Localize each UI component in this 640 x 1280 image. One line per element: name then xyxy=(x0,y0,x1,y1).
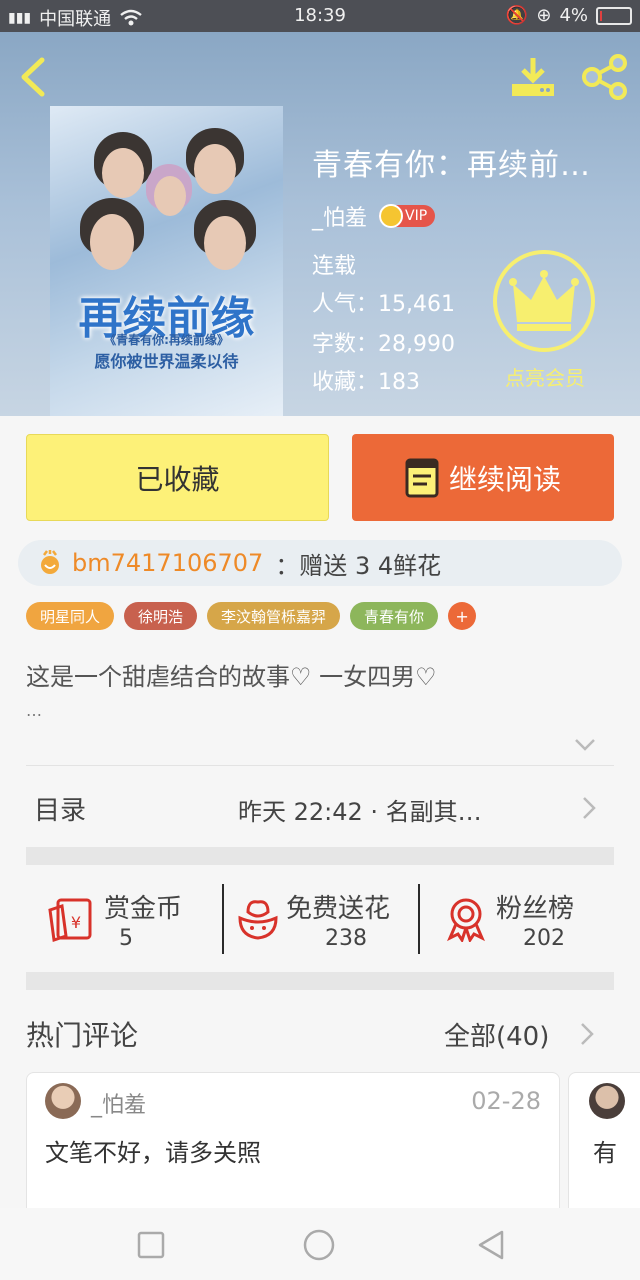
lock-rotation-icon: ⊕ xyxy=(536,5,552,26)
favorites-count: 收藏：183 xyxy=(312,370,420,395)
favorited-label: 已收藏 xyxy=(135,462,220,496)
add-tag-button[interactable]: + xyxy=(448,602,477,630)
battery-percent: 4% xyxy=(559,5,588,26)
gift-announcement[interactable]: bm7417106707 ：赠送 3 4鲜花 xyxy=(18,540,622,586)
cover-subtitle: 《青春有你:再续前缘》 xyxy=(104,333,229,347)
stat-fan-rank[interactable]: 粉丝榜 202 xyxy=(420,866,614,972)
medal-icon xyxy=(447,898,485,942)
battery-icon xyxy=(596,6,632,25)
section-divider xyxy=(26,847,614,865)
catalog-label: 目录 xyxy=(34,796,87,826)
book-cover[interactable]: 再续前缘 《青春有你:再续前缘》 愿你被世界温柔以待 xyxy=(50,106,283,416)
tag-list: 明星同人 徐明浩 李汶翰管栎嘉羿 青春有你 + xyxy=(26,602,477,630)
stat-name: 免费送花 xyxy=(286,894,391,924)
serial-status: 连载 xyxy=(312,254,357,279)
section-divider xyxy=(26,972,614,990)
comment-text: 文笔不好，请多关照 xyxy=(45,1139,261,1167)
author-name[interactable]: _怕羞 xyxy=(312,200,367,232)
comment-text: 有 xyxy=(593,1139,617,1167)
catalog-row[interactable]: 目录 昨天 22:42 · 名副其… xyxy=(26,766,614,848)
stat-name: 赏金币 xyxy=(104,894,183,924)
stat-name: 粉丝榜 xyxy=(496,894,575,924)
crown-icon xyxy=(509,270,579,331)
system-nav-bar xyxy=(0,1208,640,1280)
stat-value: 5 xyxy=(119,926,133,951)
stat-value: 238 xyxy=(325,926,367,951)
vip-label: VIP xyxy=(405,208,428,224)
stats-row: ¥ 赏金币 5 免费送花 238 粉丝榜 202 xyxy=(26,866,614,972)
recent-apps-icon[interactable] xyxy=(134,1228,168,1262)
tag-chip[interactable]: 明星同人 xyxy=(26,602,115,630)
gift-user[interactable]: bm7417106707 xyxy=(72,549,263,577)
all-comments-link[interactable]: 全部(40) xyxy=(444,1016,549,1053)
comment-card[interactable]: _怕羞 02-28 文笔不好，请多关照 xyxy=(26,1072,560,1222)
book-header: 再续前缘 《青春有你:再续前缘》 愿你被世界温柔以待 青春有你：再续前… _怕羞… xyxy=(0,32,640,416)
cover-tagline: 愿你被世界温柔以待 xyxy=(94,352,239,371)
back-arrow-icon[interactable] xyxy=(16,54,50,100)
stat-reward-coins[interactable]: ¥ 赏金币 5 xyxy=(26,866,222,972)
flower-gift-icon xyxy=(41,550,59,574)
avatar[interactable] xyxy=(45,1083,81,1119)
description-ellipsis: … xyxy=(26,701,42,720)
tag-chip[interactable]: 青春有你 xyxy=(350,602,439,630)
vip-badge: VIP xyxy=(379,204,436,228)
avatar[interactable] xyxy=(589,1083,625,1119)
comment-user[interactable]: _怕羞 xyxy=(91,1087,146,1119)
book-title: 青春有你：再续前… xyxy=(312,148,591,183)
book-icon xyxy=(405,458,439,497)
gift-message: ：赠送 3 4鲜花 xyxy=(275,551,442,580)
home-icon[interactable] xyxy=(302,1228,336,1262)
stat-value: 202 xyxy=(523,926,565,951)
chevron-down-icon[interactable] xyxy=(574,738,596,752)
flower-icon xyxy=(238,900,278,940)
latest-chapter: 昨天 22:42 · 名副其… xyxy=(238,798,482,826)
status-bar: ▮▮▮ 中国联通 18:39 🔕 ⊕ 4% xyxy=(0,0,640,32)
comment-card[interactable]: 有 xyxy=(568,1072,640,1222)
chevron-right-icon xyxy=(583,797,596,819)
comment-date: 02-28 xyxy=(471,1087,541,1115)
crown-icon xyxy=(379,204,404,228)
download-icon[interactable] xyxy=(508,54,558,100)
book-description: 这是一个甜虐结合的故事♡ 一女四男♡ … xyxy=(26,660,596,728)
popularity: 人气：15,461 xyxy=(312,292,455,317)
stat-free-flowers[interactable]: 免费送花 238 xyxy=(224,866,418,972)
continue-reading-label: 继续阅读 xyxy=(448,462,561,496)
member-label: 点亮会员 xyxy=(505,366,585,390)
chevron-right-icon[interactable] xyxy=(580,1022,594,1046)
hot-comments-title: 热门评论 xyxy=(26,1019,139,1052)
back-icon[interactable] xyxy=(474,1228,508,1262)
tag-chip[interactable]: 李汶翰管栎嘉羿 xyxy=(207,602,341,630)
continue-reading-button[interactable]: 继续阅读 xyxy=(352,434,614,521)
mute-icon: 🔕 xyxy=(505,5,529,26)
favorited-button[interactable]: 已收藏 xyxy=(26,434,329,521)
tag-chip[interactable]: 徐明浩 xyxy=(124,602,198,630)
word-count: 字数：28,990 xyxy=(312,332,455,357)
member-button[interactable] xyxy=(493,250,595,352)
share-icon[interactable] xyxy=(580,54,630,100)
description-text: 这是一个甜虐结合的故事♡ 一女四男♡ xyxy=(26,663,437,691)
author-row: _怕羞 VIP xyxy=(312,200,436,232)
